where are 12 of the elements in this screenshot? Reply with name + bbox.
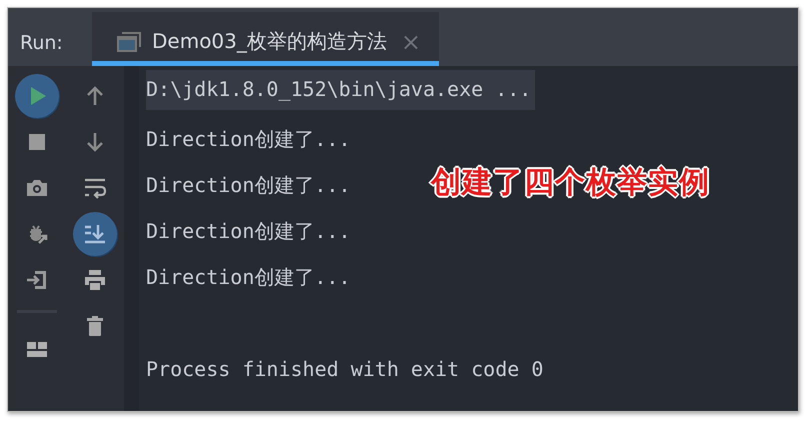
run-label: Run: [19, 31, 64, 54]
tab-title: Demo03_枚举的构造方法 [152, 28, 387, 55]
scroll-to-end-icon[interactable] [73, 212, 117, 256]
window-icon [116, 30, 142, 52]
output-line: Direction创建了... [146, 218, 352, 245]
play-icon[interactable] [15, 74, 59, 118]
annotation-text: 创建了四个枚举实例 [431, 164, 710, 202]
exit-status-line: Process finished with exit code 0 [146, 356, 544, 383]
output-line: Direction创建了... [146, 264, 352, 291]
console-tab[interactable]: Demo03_枚举的构造方法 × [92, 12, 439, 66]
output-line: Direction创建了... [146, 172, 352, 199]
output-line: Direction创建了... [146, 126, 352, 153]
